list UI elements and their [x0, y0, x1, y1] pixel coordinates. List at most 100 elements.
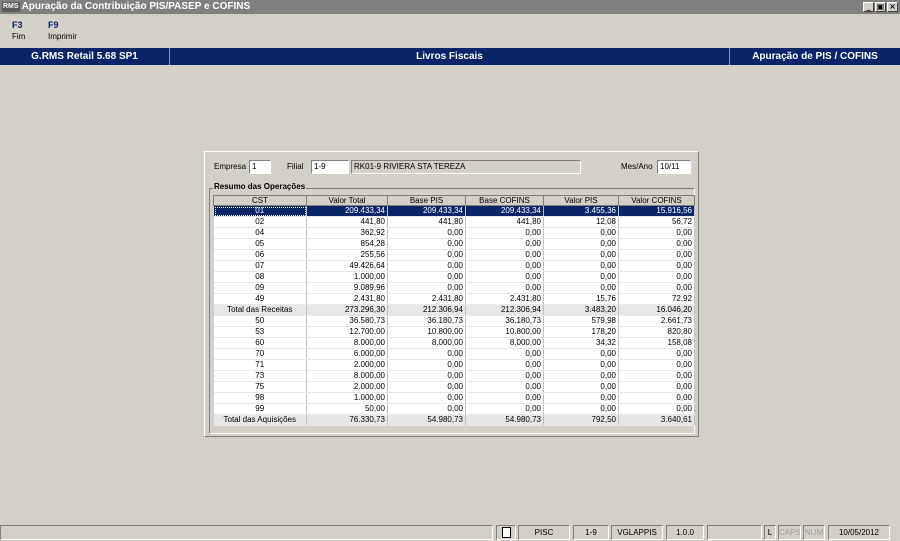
module-header: G.RMS Retail 5.68 SP1 Livros Fiscais Apu… [0, 48, 900, 65]
column-header[interactable]: Valor Total [306, 195, 388, 206]
window-titlebar: RMS Apuração da Contribuição PIS/PASEP e… [0, 0, 900, 14]
table-cell: 0,00 [543, 370, 619, 382]
table-cell: 73 [213, 370, 307, 382]
table-row[interactable]: 70 6.000,00 0,00 0,00 0,00 0,00 [213, 348, 695, 360]
table-row[interactable]: 71 2.000,00 0,00 0,00 0,00 0,00 [213, 359, 695, 371]
screen-name: Apuração de PIS / COFINS [752, 51, 878, 62]
table-cell: 792,50 [543, 414, 619, 426]
table-cell: 0,00 [543, 403, 619, 415]
table-cell: 362,92 [306, 227, 388, 239]
column-header[interactable]: Valor PIS [543, 195, 619, 206]
table-cell: 50 [213, 315, 307, 327]
table-cell: 0,00 [618, 282, 695, 294]
toolbar: F3 Fim F9 Imprimir [0, 14, 900, 46]
table-row[interactable]: 49 2.431,80 2.431,80 2.431,80 15,76 72,92 [213, 293, 695, 305]
minimize-button[interactable]: _ [863, 2, 874, 12]
table-cell: 8.000,00 [306, 370, 388, 382]
table-cell: 158,08 [618, 337, 695, 349]
document-icon [501, 527, 511, 538]
table-cell: 0,00 [387, 403, 466, 415]
table-row[interactable]: 98 1.000,00 0,00 0,00 0,00 0,00 [213, 392, 695, 404]
table-cell: 0,00 [618, 249, 695, 261]
close-button[interactable]: × [887, 2, 898, 12]
table-cell: 2.661,73 [618, 315, 695, 327]
empresa-field[interactable]: 1 [249, 160, 271, 174]
table-cell: 820,80 [618, 326, 695, 338]
table-cell: 60 [213, 337, 307, 349]
table-row[interactable]: 73 8.000,00 0,00 0,00 0,00 0,00 [213, 370, 695, 382]
table-cell: 0,00 [465, 282, 544, 294]
table-cell: 0,00 [387, 359, 466, 371]
table-total-row[interactable]: Total das Receitas 273.296,30 212.306,94 21… [213, 304, 695, 316]
table-cell: 07 [213, 260, 307, 272]
table-row[interactable]: 08 1.000,00 0,00 0,00 0,00 0,00 [213, 271, 695, 283]
table-cell: 49 [213, 293, 307, 305]
table-cell: 10.800,00 [465, 326, 544, 338]
table-cell: 15.916,56 [618, 205, 695, 217]
table-cell: 0,00 [465, 271, 544, 283]
table-cell: 0,00 [618, 260, 695, 272]
table-row[interactable]: 60 8.000,00 8.000,00 8.000,00 34,32 158,08 [213, 337, 695, 349]
table-row[interactable]: 07 49.426,64 0,00 0,00 0,00 0,00 [213, 260, 695, 272]
table-cell: 1.000,00 [306, 392, 388, 404]
table-cell: 75 [213, 381, 307, 393]
table-cell: 0,00 [618, 348, 695, 360]
window-controls: _ ▣ × [863, 2, 898, 12]
table-row[interactable]: 02 441,80 441,80 441,80 12,08 56,72 [213, 216, 695, 228]
table-total-row[interactable]: Total das Aquisições 76.330,73 54.980,73 54… [213, 414, 695, 426]
table-row[interactable]: 99 50,00 0,00 0,00 0,00 0,00 [213, 403, 695, 415]
status-module: PISC [518, 525, 570, 540]
status-blank [707, 525, 762, 540]
resumo-table: CST Valor Total Base PIS Base COFINS Valor P… [213, 195, 695, 426]
table-cell: 3.483,20 [543, 304, 619, 316]
table-cell: 0,00 [543, 348, 619, 360]
module-name: Livros Fiscais [170, 48, 730, 65]
table-cell: 56,72 [618, 216, 695, 228]
table-cell: 0,00 [618, 370, 695, 382]
table-row[interactable]: 05 854,28 0,00 0,00 0,00 0,00 [213, 238, 695, 250]
status-doc [496, 525, 516, 540]
table-cell: 212.306,94 [465, 304, 544, 316]
table-cell: 01 [213, 205, 307, 217]
filial-field[interactable]: 1-9 [311, 160, 349, 174]
table-row[interactable]: 50 36.580,73 36.180,73 36.180,73 579,98 2.661… [213, 315, 695, 327]
status-l: L [764, 525, 776, 540]
main-panel: Empresa 1 Filial 1-9 RK01-9 RIVIERA STA … [204, 151, 699, 437]
table-row[interactable]: 53 12.700,00 10.800,00 10.800,00 178,20 820,8… [213, 326, 695, 338]
table-row[interactable]: 04 362,92 0,00 0,00 0,00 0,00 [213, 227, 695, 239]
table-cell: 0,00 [387, 392, 466, 404]
table-cell: 255,56 [306, 249, 388, 261]
table-cell: 0,00 [618, 403, 695, 415]
table-row[interactable]: 06 255,56 0,00 0,00 0,00 0,00 [213, 249, 695, 261]
table-cell: 8.000,00 [387, 337, 466, 349]
product-version: G.RMS Retail 5.68 SP1 [0, 48, 170, 65]
table-row[interactable]: 01 209.433,34 209.433,34 209.433,34 3.455,36… [213, 205, 695, 217]
table-cell: 0,00 [618, 271, 695, 283]
table-row[interactable]: 75 2.000,00 0,00 0,00 0,00 0,00 [213, 381, 695, 393]
column-header[interactable]: Base COFINS [465, 195, 544, 206]
table-cell: 0,00 [387, 282, 466, 294]
column-header[interactable]: Base PIS [387, 195, 466, 206]
table-cell: 209.433,34 [306, 205, 388, 217]
table-cell: 0,00 [465, 359, 544, 371]
table-cell: 0,00 [387, 370, 466, 382]
table-cell: 579,98 [543, 315, 619, 327]
table-cell: 0,00 [465, 403, 544, 415]
table-cell: 0,00 [543, 249, 619, 261]
table-cell: 0,00 [465, 249, 544, 261]
mes-ano-field[interactable]: 10/11 [657, 160, 691, 174]
table-cell: 0,00 [543, 381, 619, 393]
table-cell: 34,32 [543, 337, 619, 349]
maximize-button[interactable]: ▣ [875, 2, 886, 12]
column-header[interactable]: Valor COFINS [618, 195, 695, 206]
table-cell: 10.800,00 [387, 326, 466, 338]
column-header[interactable]: CST [213, 195, 307, 206]
toolbar-fim-button[interactable]: F3 Fim [6, 14, 42, 46]
table-row[interactable]: 09 9.089,96 0,00 0,00 0,00 0,00 [213, 282, 695, 294]
toolbar-imprimir-label: Imprimir [48, 32, 77, 41]
toolbar-imprimir-button[interactable]: F9 Imprimir [42, 14, 78, 46]
table-cell: 12,08 [543, 216, 619, 228]
table-cell: 72,92 [618, 293, 695, 305]
table-cell: 50,00 [306, 403, 388, 415]
filial-name-field: RK01-9 RIVIERA STA TEREZA [351, 160, 581, 174]
